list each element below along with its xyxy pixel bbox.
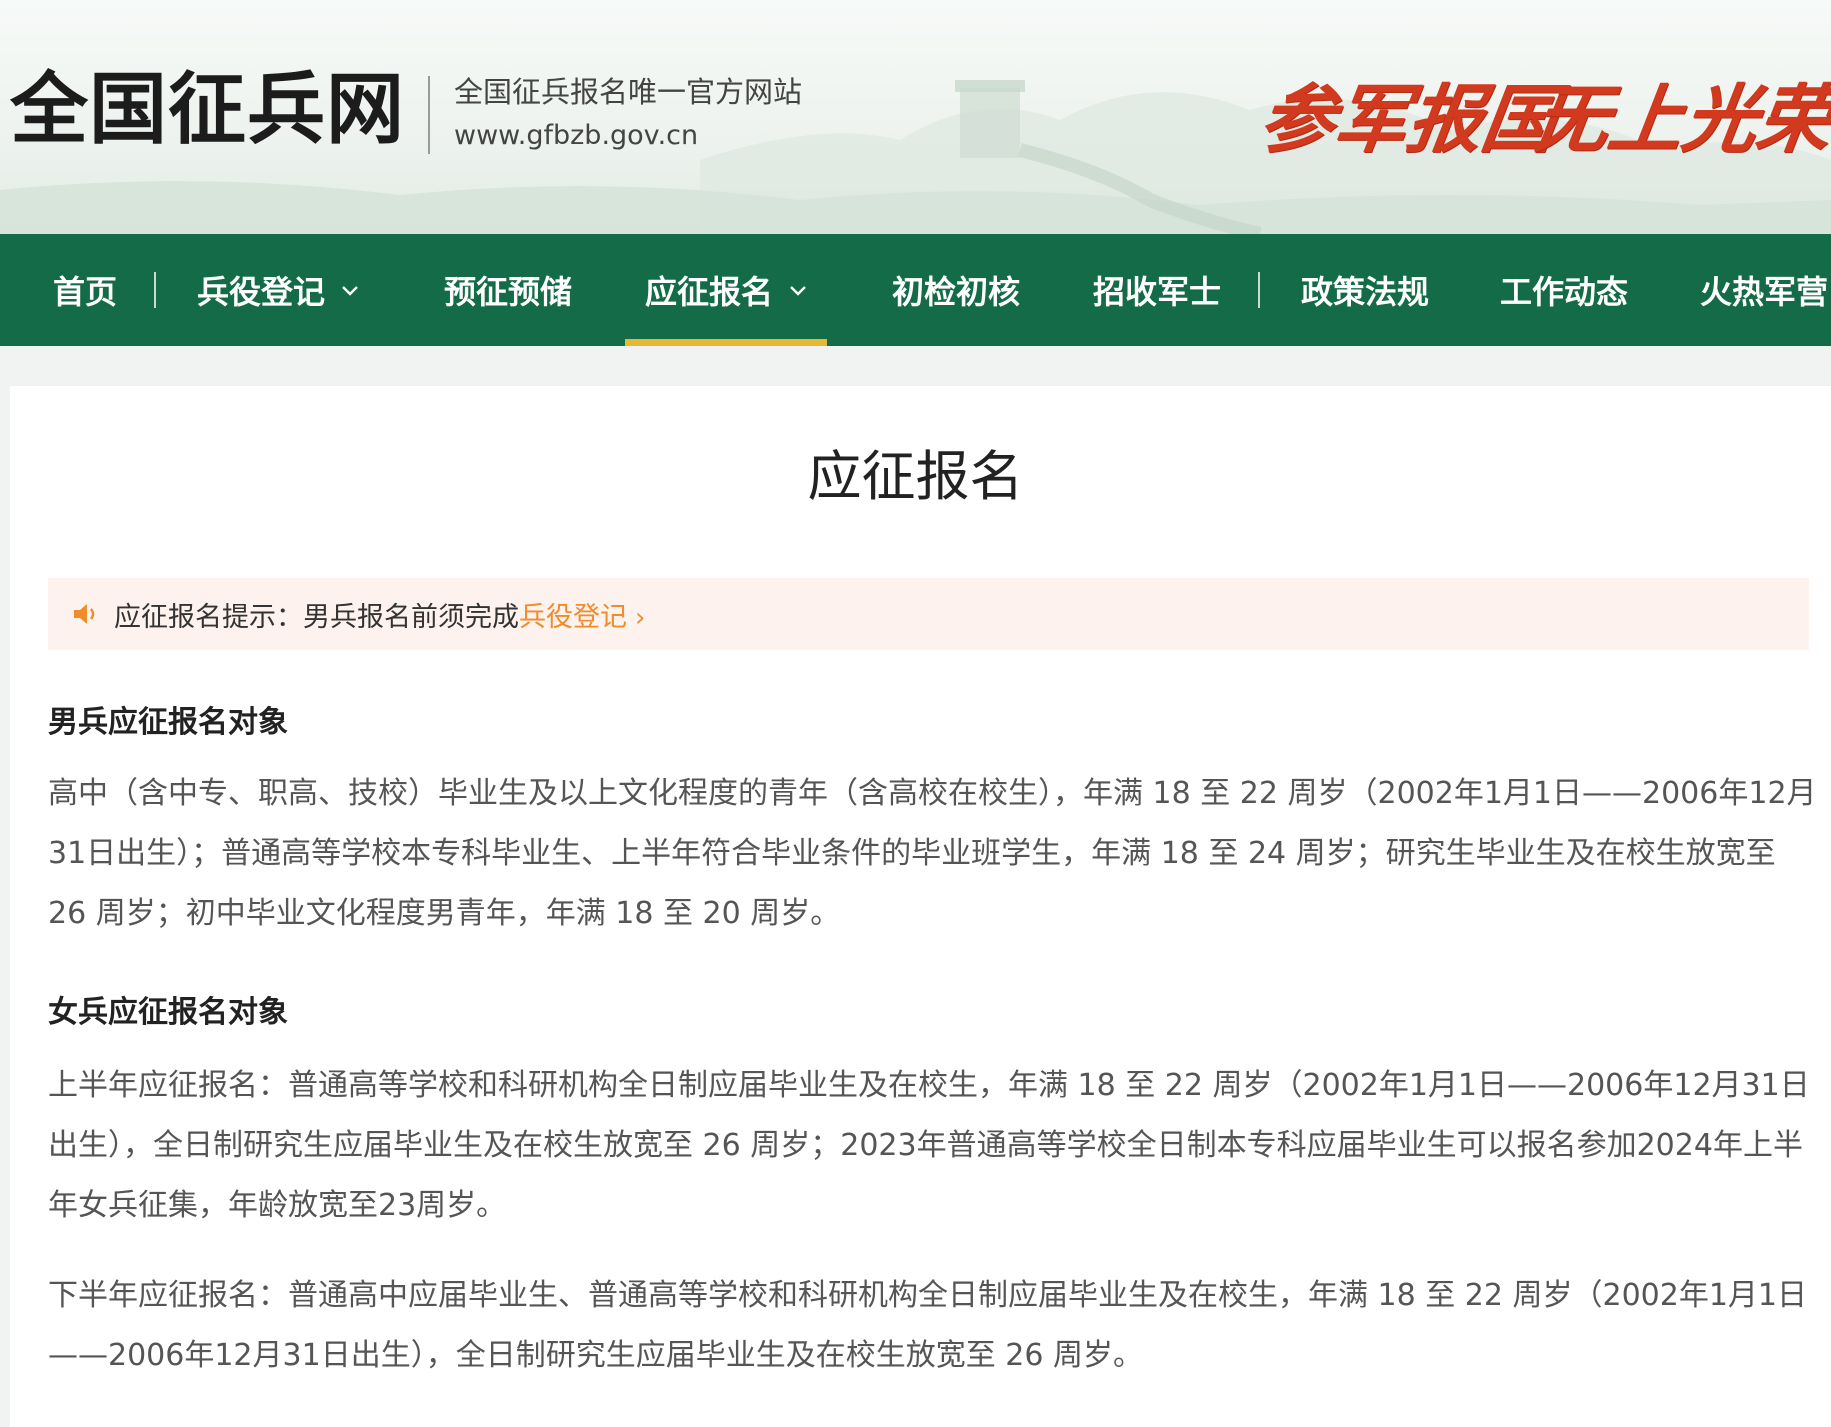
chevron-right-icon[interactable]: › bbox=[635, 603, 645, 633]
site-title[interactable]: 全国征兵网 bbox=[10, 60, 405, 160]
nav-label: 首页 bbox=[53, 273, 118, 311]
female-first-half-text: 上半年应征报名：普通高等学校和科研机构全日制应届毕业生及在校生，年满 18 至 … bbox=[48, 1068, 1810, 1223]
nav-label: 兵役登记 bbox=[197, 273, 326, 311]
nav-separator bbox=[1258, 272, 1260, 308]
nav-item-military-life[interactable]: 火热军营 bbox=[1700, 234, 1828, 346]
nav-label: 政策法规 bbox=[1301, 273, 1430, 311]
notice-prefix: 应征报名提示：男兵报名前须完成 bbox=[114, 601, 519, 633]
slogan-highest-honor: 无上光荣 bbox=[1528, 77, 1831, 163]
nav-item-enlistment-registration[interactable]: 应征报名 bbox=[624, 234, 828, 346]
chevron-down-icon bbox=[790, 286, 806, 296]
nav-item-pre-recruitment[interactable]: 预征预储 bbox=[444, 234, 572, 346]
chevron-down-icon bbox=[342, 286, 358, 296]
nav-item-initial-screening[interactable]: 初检初核 bbox=[892, 234, 1020, 346]
nav-separator bbox=[154, 272, 156, 308]
nav-label: 初检初核 bbox=[892, 273, 1021, 311]
nav-label: 招收军士 bbox=[1093, 273, 1222, 311]
site-url: www.gfbzb.gov.cn bbox=[454, 120, 699, 151]
speaker-icon bbox=[74, 604, 95, 624]
page-title: 应征报名 bbox=[807, 445, 1024, 508]
nav-label: 预征预储 bbox=[444, 273, 573, 311]
nav-item-work-news[interactable]: 工作动态 bbox=[1500, 234, 1628, 346]
military-registration-link[interactable]: 兵役登记 bbox=[519, 602, 627, 633]
registration-notice: 应征报名提示：男兵报名前须完成兵役登记 › bbox=[48, 578, 1809, 650]
nav-item-nco-recruitment[interactable]: 招收军士 bbox=[1093, 234, 1221, 346]
nav-item-policies[interactable]: 政策法规 bbox=[1301, 234, 1429, 346]
female-second-half-text: 下半年应征报名：普通高中应届毕业生、普通高等学校和科研机构全日制应届毕业生及在校… bbox=[48, 1278, 1808, 1373]
nav-item-military-registration[interactable]: 兵役登记 bbox=[197, 234, 359, 346]
slogan-serve-country: 参军报国 bbox=[1253, 77, 1563, 163]
main-nav: 首页 兵役登记 预征预储 应征报名 初检初核 招收军士 政策法规 工作动态 火热… bbox=[0, 234, 1831, 346]
notice-text: 应征报名提示：男兵报名前须完成兵役登记 › bbox=[114, 595, 645, 634]
nav-label: 工作动态 bbox=[1500, 273, 1629, 311]
site-tagline: 全国征兵报名唯一官方网站 bbox=[454, 75, 803, 109]
nav-label: 火热军营 bbox=[1700, 273, 1829, 311]
male-eligibility-heading: 男兵应征报名对象 bbox=[48, 705, 288, 740]
content-panel: 应征报名 应征报名提示：男兵报名前须完成兵役登记 › 男兵应征报名对象 高中（含中… bbox=[10, 386, 1831, 1427]
title-divider bbox=[428, 76, 430, 154]
male-eligibility-text: 高中（含中专、职高、技校）毕业生及以上文化程度的青年（含高校在校生），年满 18… bbox=[48, 776, 1817, 931]
nav-item-home[interactable]: 首页 bbox=[53, 234, 117, 346]
female-eligibility-heading: 女兵应征报名对象 bbox=[48, 995, 288, 1030]
nav-label: 应征报名 bbox=[645, 273, 774, 311]
site-header: 全国征兵网 全国征兵报名唯一官方网站 www.gfbzb.gov.cn 参军报国… bbox=[0, 0, 1831, 234]
